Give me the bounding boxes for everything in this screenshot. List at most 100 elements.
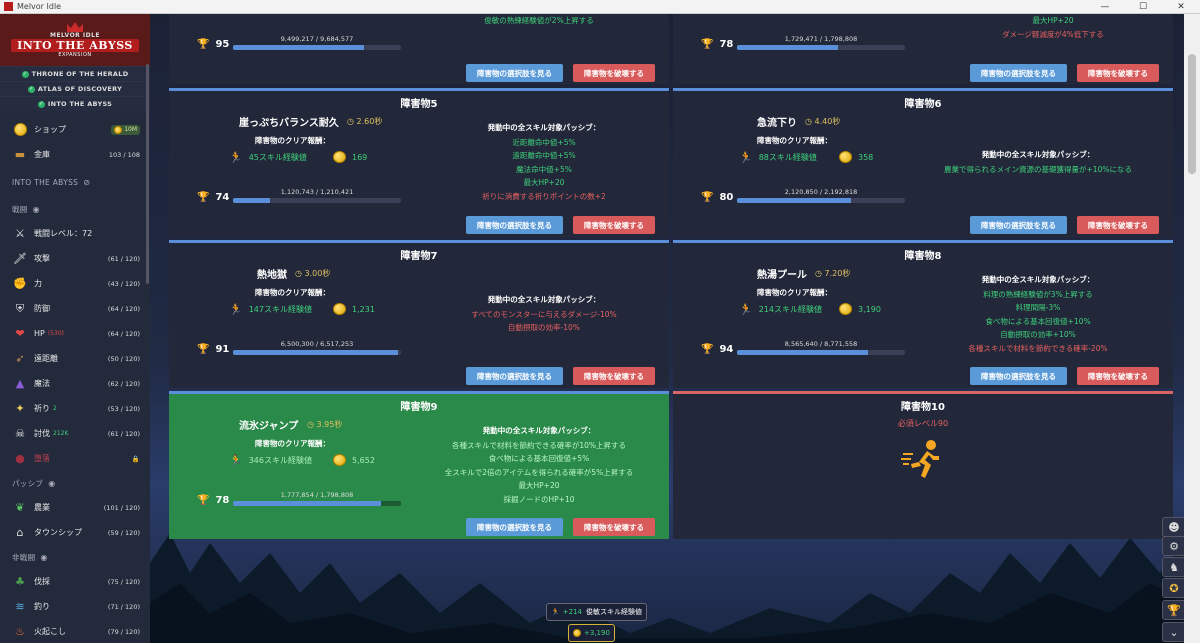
sidebar-item-sub: 2 xyxy=(53,405,57,412)
section-label: 戦闘 xyxy=(12,204,28,214)
xp-reward: 🏃 147スキル経験値 xyxy=(229,303,312,316)
sidebar-item-bank[interactable]: ▬ 金庫 103 / 108 xyxy=(0,142,150,167)
view-obstacle-options-button[interactable]: 障害物の選択肢を見る xyxy=(466,518,563,536)
sidebar-item-fist[interactable]: ✊ 力 (43 / 120) xyxy=(0,271,150,296)
section-passive[interactable]: パッシブ ◉ xyxy=(0,471,150,495)
expansion-label: THRONE OF THE HERALD xyxy=(31,70,129,78)
passive-effect: 祈りに消費する祈りポイントの数+2 xyxy=(482,191,606,201)
destroy-obstacle-button[interactable]: 障害物を破壊する xyxy=(573,518,655,536)
sidebar-item-fire[interactable]: ♨ 火起こし (79 / 120) xyxy=(0,619,150,643)
mastery-level: 🏆 91 xyxy=(197,344,229,355)
settings-button[interactable]: ⚙ xyxy=(1162,536,1186,556)
sidebar-item-sparkle[interactable]: ✦ 祈り 2 (53 / 120) xyxy=(0,396,150,421)
sidebar-item-heart[interactable]: ❤ HP (530) (64 / 120) xyxy=(0,321,150,346)
mastery-level: 🏆 78 xyxy=(701,39,733,50)
maximize-button[interactable]: ☐ xyxy=(1124,0,1162,14)
expansion-abyss[interactable]: ✓ INTO THE ABYSS xyxy=(0,96,150,111)
pet-button[interactable]: ☻ xyxy=(1162,517,1186,537)
view-obstacle-options-button[interactable]: 障害物の選択肢を見る xyxy=(466,64,563,82)
xp-reward-value: 88スキル経験値 xyxy=(758,153,817,162)
passive-header: 発動中の全スキル対象パッシブ： xyxy=(482,426,596,435)
destroy-obstacle-button[interactable]: 障害物を破壊する xyxy=(1077,367,1159,385)
xp-reward-value: 214スキル経験値 xyxy=(758,305,822,314)
eye-hidden-icon[interactable]: ⊘ xyxy=(83,178,90,187)
sidebar-item-label: 戦闘レベル：72 xyxy=(34,229,93,238)
destroy-obstacle-button[interactable]: 障害物を破壊する xyxy=(573,64,655,82)
sidebar-item-shield[interactable]: ⛨ 防御 (64 / 120) xyxy=(0,296,150,321)
chest-icon: ▬ xyxy=(14,148,26,161)
sidebar-item-bow[interactable]: ➶ 遠距離 (50 / 120) xyxy=(0,346,150,371)
expansion-logo[interactable]: MELVOR IDLE INTO THE ABYSS EXPANSION xyxy=(0,14,150,66)
sidebar-item-sprout[interactable]: ❦ 農業 (101 / 120) xyxy=(0,495,150,520)
expansion-throne[interactable]: ✓ THRONE OF THE HERALD xyxy=(0,66,150,81)
destroy-obstacle-button[interactable]: 障害物を破壊する xyxy=(1077,216,1159,234)
destroy-obstacle-button[interactable]: 障害物を破壊する xyxy=(573,216,655,234)
sidebar-item-shop[interactable]: ショップ 10M xyxy=(0,117,150,142)
passive-list: 最大HP+20 ダメージ軽減度が4%低下する xyxy=(933,14,1173,41)
passive-effect: 近距離命中値+5% xyxy=(512,137,576,147)
mastery-level-value: 95 xyxy=(215,39,230,50)
sidebar-item-fishing[interactable]: ≋ 釣り (71 / 120) xyxy=(0,594,150,619)
gold-badge: 10M xyxy=(111,124,140,135)
collapse-button[interactable]: ⌄ xyxy=(1162,622,1186,642)
window-scrollbar[interactable] xyxy=(1184,14,1200,643)
clock-icon: ◷ xyxy=(347,117,357,126)
mastery-progress: 1,777,854 / 1,798,808 xyxy=(233,491,401,506)
agility-main-panel: 俊敏の熟練経験値が2%上昇する 🏆 95 9,499,217 / 9,684,57… xyxy=(150,14,1184,643)
sidebar-item-township[interactable]: ⌂ タウンシップ (59 / 120) xyxy=(0,520,150,545)
xp-toast-amount: +214 xyxy=(562,608,582,616)
view-obstacle-options-button[interactable]: 障害物の選択肢を見る xyxy=(466,216,563,234)
eye-icon[interactable]: ◉ xyxy=(33,205,40,214)
passive-effect: ダメージ軽減度が4%低下する xyxy=(1002,29,1104,39)
wizard-hat-icon: ▲ xyxy=(15,377,25,390)
mastery-progress-text: 6,500,300 / 6,517,253 xyxy=(280,340,354,348)
sidebar-item-sword[interactable]: 🗡 攻撃 (61 / 120) xyxy=(0,246,150,271)
section-combat[interactable]: 戦闘 ◉ xyxy=(0,197,150,221)
view-obstacle-options-button[interactable]: 障害物の選択肢を見る xyxy=(970,64,1067,82)
passive-header: 発動中の全スキル対象パッシブ： xyxy=(487,295,601,304)
mastery-progress-text: 2,120,850 / 2,192,818 xyxy=(784,188,858,196)
obstacle-title: 障害物7 xyxy=(400,251,438,262)
sidebar-item-slayer[interactable]: ☠ 討伐 212K (61 / 120) xyxy=(0,421,150,446)
trophy-icon: 🏆 xyxy=(701,344,714,355)
combat-skill-list: ⚔ 戦闘レベル：72 🗡 攻撃 (61 / 120) ✊ 力 (43 / 120) ⛨ 防御 (64… xyxy=(0,221,150,471)
passive-effect: 魔法命中値+5% xyxy=(516,164,572,174)
gp-toast-amount: +3,190 xyxy=(584,629,610,637)
passive-effect: 最大HP+20 xyxy=(523,178,565,187)
minimize-button[interactable]: — xyxy=(1086,0,1124,14)
view-obstacle-options-button[interactable]: 障害物の選択肢を見る xyxy=(970,216,1067,234)
destroy-obstacle-button[interactable]: 障害物を破壊する xyxy=(573,367,655,385)
eye-icon[interactable]: ◉ xyxy=(48,479,55,488)
section-into-the-abyss[interactable]: INTO THE ABYSS ⊘ xyxy=(0,167,150,197)
check-icon: ✓ xyxy=(37,100,45,108)
sidebar-scrollbar[interactable] xyxy=(146,64,149,284)
mastery-button[interactable]: 🏆 xyxy=(1162,600,1186,620)
destroy-obstacle-button[interactable]: 障害物を破壊する xyxy=(1077,64,1159,82)
sidebar-item-crossed-swords[interactable]: ⚔ 戦闘レベル：72 xyxy=(0,221,150,246)
pet2-button[interactable]: ♞ xyxy=(1162,557,1186,577)
xp-toast-label: 俊敏スキル経験値 xyxy=(585,608,642,616)
mastery-progress-text: 1,120,743 / 1,210,421 xyxy=(280,188,354,196)
clear-reward-label: 障害物のクリア報酬： xyxy=(757,136,832,145)
sidebar-item-wizard-hat[interactable]: ▲ 魔法 (62 / 120) xyxy=(0,371,150,396)
agility-icon: 🏃 xyxy=(229,454,243,467)
view-obstacle-options-button[interactable]: 障害物の選択肢を見る xyxy=(970,367,1067,385)
scrollbar-thumb[interactable] xyxy=(1188,54,1196,174)
medal-icon: ✪ xyxy=(1169,581,1179,595)
window-titlebar: Melvor Idle — ☐ ✕ xyxy=(0,0,1200,14)
expansion-atlas[interactable]: ✓ ATLAS OF DISCOVERY xyxy=(0,81,150,96)
mastery-level-value: 94 xyxy=(719,344,734,355)
view-obstacle-options-button[interactable]: 障害物の選択肢を見る xyxy=(466,367,563,385)
sidebar-item-corruption[interactable]: ● 堕落 🔒 xyxy=(0,446,150,471)
obstacle-interval-value: 3.95秒 xyxy=(316,420,343,429)
achievements-button[interactable]: ✪ xyxy=(1162,578,1186,598)
sidebar-item-tree[interactable]: ♣ 伐採 (75 / 120) xyxy=(0,569,150,594)
passive-effect: 自動摂取の効率+10% xyxy=(1000,330,1076,339)
sword-icon: 🗡 xyxy=(13,252,27,265)
section-noncombat[interactable]: 非戦闘 ◉ xyxy=(0,545,150,569)
close-button[interactable]: ✕ xyxy=(1162,0,1200,14)
eye-icon[interactable]: ◉ xyxy=(40,553,47,562)
sidebar-item-label: 火起こし xyxy=(34,627,66,636)
mastery-progress: 6,500,300 / 6,517,253 xyxy=(233,340,401,355)
skill-level-count: (75 / 120) xyxy=(107,577,140,586)
